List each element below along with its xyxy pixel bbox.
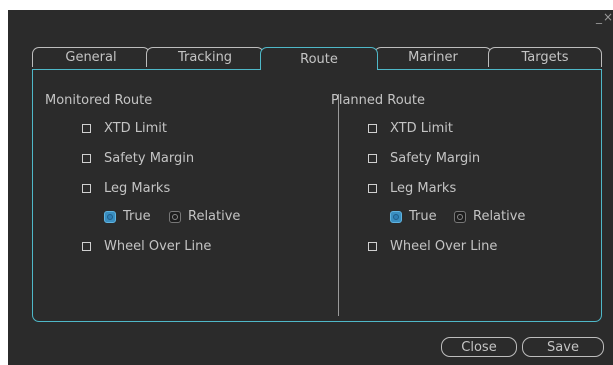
monitored-safety-margin-checkbox[interactable] bbox=[82, 154, 91, 163]
planned-safety-margin-option[interactable]: Safety Margin bbox=[368, 151, 480, 166]
tab-route[interactable]: Route bbox=[260, 47, 378, 70]
route-panel: Monitored Route XTD Limit Safety Margin … bbox=[32, 69, 602, 322]
close-window-button[interactable]: × bbox=[603, 10, 613, 24]
column-divider bbox=[338, 94, 339, 316]
minimize-button[interactable]: _ bbox=[596, 10, 602, 24]
monitored-wheel-over-option[interactable]: Wheel Over Line bbox=[82, 239, 211, 254]
planned-leg-marks-label: Leg Marks bbox=[390, 181, 457, 196]
monitored-safety-margin-option[interactable]: Safety Margin bbox=[82, 151, 194, 166]
monitored-safety-margin-label: Safety Margin bbox=[104, 151, 195, 166]
monitored-route-title: Monitored Route bbox=[45, 93, 153, 108]
planned-leg-marks-checkbox[interactable] bbox=[368, 184, 377, 193]
tab-bar: General Tracking Route Mariner Targets bbox=[32, 47, 602, 70]
monitored-wheel-over-checkbox[interactable] bbox=[82, 242, 91, 251]
planned-leg-true-radio[interactable] bbox=[390, 210, 402, 223]
planned-safety-margin-checkbox[interactable] bbox=[368, 154, 377, 163]
planned-xtd-limit-checkbox[interactable] bbox=[368, 124, 377, 133]
tab-tracking[interactable]: Tracking bbox=[146, 47, 264, 67]
monitored-leg-true-radio[interactable] bbox=[104, 210, 116, 223]
planned-wheel-over-label: Wheel Over Line bbox=[390, 239, 498, 254]
tab-mariner[interactable]: Mariner bbox=[374, 47, 492, 67]
planned-xtd-limit-option[interactable]: XTD Limit bbox=[368, 121, 453, 136]
monitored-leg-relative-radio[interactable] bbox=[169, 210, 181, 223]
monitored-leg-relative-option[interactable]: Relative bbox=[169, 209, 240, 224]
tab-general[interactable]: General bbox=[32, 47, 150, 67]
tab-targets[interactable]: Targets bbox=[488, 47, 602, 67]
save-button[interactable]: Save bbox=[522, 337, 604, 357]
window-controls: _ × bbox=[596, 10, 613, 24]
planned-leg-true-option[interactable]: True bbox=[390, 209, 437, 224]
monitored-leg-true-label: True bbox=[123, 209, 151, 224]
planned-route-title: Planned Route bbox=[331, 93, 426, 108]
planned-wheel-over-option[interactable]: Wheel Over Line bbox=[368, 239, 497, 254]
monitored-leg-marks-option[interactable]: Leg Marks bbox=[82, 181, 170, 196]
planned-leg-true-label: True bbox=[409, 209, 437, 224]
close-button[interactable]: Close bbox=[441, 337, 517, 357]
planned-leg-relative-label: Relative bbox=[473, 209, 526, 224]
planned-leg-relative-option[interactable]: Relative bbox=[454, 209, 525, 224]
planned-leg-relative-radio[interactable] bbox=[454, 210, 466, 223]
monitored-wheel-over-label: Wheel Over Line bbox=[104, 239, 212, 254]
planned-safety-margin-label: Safety Margin bbox=[390, 151, 481, 166]
monitored-leg-marks-label: Leg Marks bbox=[104, 181, 171, 196]
planned-leg-marks-option[interactable]: Leg Marks bbox=[368, 181, 456, 196]
monitored-xtd-limit-option[interactable]: XTD Limit bbox=[82, 121, 167, 136]
monitored-leg-marks-checkbox[interactable] bbox=[82, 184, 91, 193]
monitored-leg-true-option[interactable]: True bbox=[104, 209, 151, 224]
monitored-xtd-limit-checkbox[interactable] bbox=[82, 124, 91, 133]
route-settings-window: _ × General Tracking Route Mariner Targe… bbox=[8, 10, 613, 365]
monitored-xtd-limit-label: XTD Limit bbox=[104, 121, 167, 136]
planned-wheel-over-checkbox[interactable] bbox=[368, 242, 377, 251]
monitored-leg-relative-label: Relative bbox=[188, 209, 241, 224]
planned-xtd-limit-label: XTD Limit bbox=[390, 121, 453, 136]
